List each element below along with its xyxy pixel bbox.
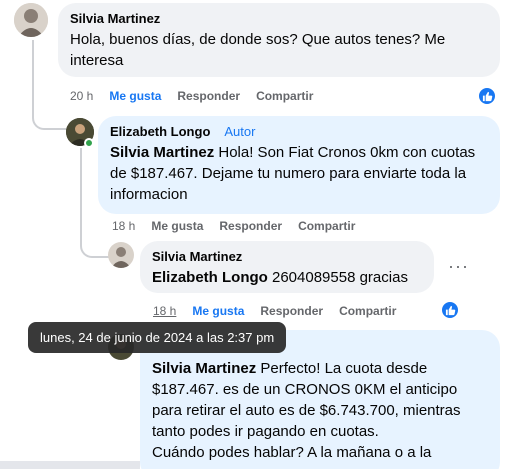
like-button[interactable]: Me gusta <box>151 219 203 233</box>
share-button[interactable]: Compartir <box>298 219 355 233</box>
avatar[interactable] <box>14 3 48 37</box>
reply-button[interactable]: Responder <box>219 219 282 233</box>
mention-link[interactable]: Silvia Martinez <box>152 360 256 377</box>
comment-actions: 18 h Me gusta Responder Compartir <box>112 219 355 233</box>
share-button[interactable]: Compartir <box>256 89 313 103</box>
online-indicator <box>84 138 94 148</box>
like-button[interactable]: Me gusta <box>192 304 244 318</box>
reply-button[interactable]: Responder <box>177 89 240 103</box>
comment-author[interactable]: Silvia Martinez <box>152 249 422 265</box>
reply-button[interactable]: Responder <box>260 304 323 318</box>
more-options-icon[interactable]: ··· <box>448 256 469 277</box>
comment-text: Silvia Martinez Perfecto! La cuota desde… <box>152 360 461 461</box>
comment-actions: 20 h Me gusta Responder Compartir <box>70 89 313 103</box>
comment-author[interactable]: Silvia Martinez <box>70 11 488 27</box>
comment-text: Elizabeth Longo 2604089558 gracias <box>152 269 408 286</box>
share-button[interactable]: Compartir <box>339 304 396 318</box>
comment-timestamp[interactable]: 18 h <box>112 219 135 233</box>
comment-timestamp[interactable]: 18 h <box>153 304 176 318</box>
like-reaction-icon[interactable] <box>477 86 497 106</box>
horizontal-scrollbar[interactable] <box>0 461 140 469</box>
comment-text: Silvia Martinez Hola! Son Fiat Cronos 0k… <box>110 144 476 203</box>
author-badge: Autor <box>224 124 256 139</box>
comment-bubble: Silvia Martinez Hola, buenos días, de do… <box>58 3 500 77</box>
like-button[interactable]: Me gusta <box>109 89 161 103</box>
comment-actions: 18 h Me gusta Responder Compartir <box>153 304 396 318</box>
comment-author[interactable]: Elizabeth Longo <box>110 124 210 140</box>
comment-text: Hola, buenos días, de donde sos? Que aut… <box>70 31 446 69</box>
avatar[interactable] <box>108 242 134 268</box>
comment-bubble: Silvia Martinez Elizabeth Longo 26040895… <box>140 241 434 293</box>
comment-bubble: Elizabeth Longo Autor Silvia Martinez Ho… <box>98 116 500 214</box>
mention-link[interactable]: Silvia Martinez <box>110 144 214 161</box>
timestamp-tooltip: lunes, 24 de junio de 2024 a las 2:37 pm <box>28 322 287 353</box>
like-reaction-icon[interactable] <box>440 300 460 320</box>
mention-link[interactable]: Elizabeth Longo <box>152 269 268 286</box>
comment-timestamp[interactable]: 20 h <box>70 89 93 103</box>
